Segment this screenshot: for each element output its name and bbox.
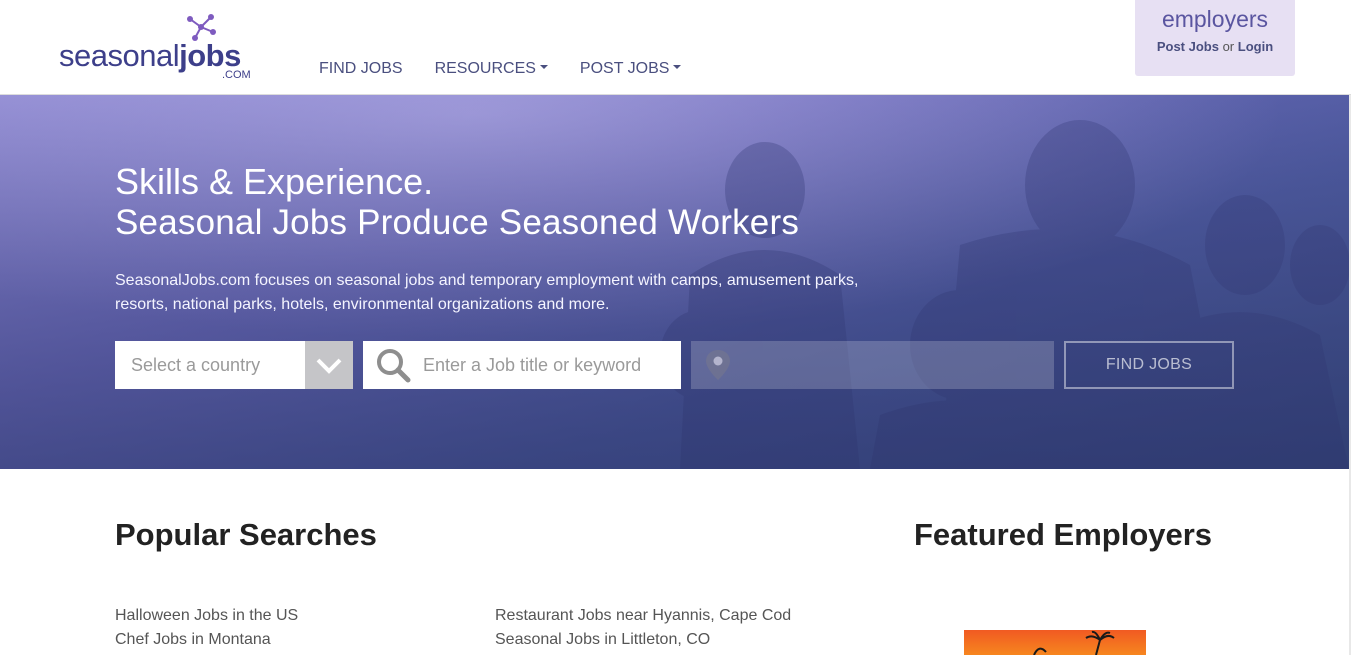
post-jobs-link[interactable]: Post Jobs — [1157, 39, 1219, 54]
map-pin-icon — [706, 350, 730, 380]
popular-searches-title: Popular Searches — [115, 517, 377, 552]
employers-panel: employers Post Jobs or Login — [1135, 0, 1295, 76]
hero-description: SeasonalJobs.com focuses on seasonal job… — [115, 272, 859, 313]
hero-title-line2: Seasonal Jobs Produce Seasoned Workers — [115, 203, 800, 242]
logo-wordmark: seasonaljobs — [59, 38, 241, 74]
site-header: seasonaljobs .COM FIND JOBS RESOURCES PO… — [0, 0, 1351, 95]
keyword-input[interactable]: Enter a Job title or keyword — [363, 341, 681, 389]
location-input[interactable] — [691, 341, 1054, 389]
popular-search-link[interactable]: Seasonal Jobs in Littleton, CO — [495, 628, 791, 652]
featured-employer-logo[interactable] — [964, 630, 1146, 655]
nav-find-jobs[interactable]: FIND JOBS — [319, 60, 403, 78]
caret-down-icon — [673, 64, 682, 69]
nav-resources-label: RESOURCES — [434, 60, 536, 77]
hero-banner: Skills & Experience. Seasonal Jobs Produ… — [0, 95, 1349, 469]
palm-tree-icon — [1033, 630, 1115, 655]
nav-find-jobs-label: FIND JOBS — [319, 60, 403, 77]
hero-title-line1: Skills & Experience. — [115, 161, 434, 202]
main-nav: FIND JOBS RESOURCES POST JOBS — [319, 60, 713, 78]
nav-resources[interactable]: RESOURCES — [435, 60, 548, 78]
nav-post-jobs-label: POST JOBS — [579, 60, 670, 77]
popular-searches-col1: Halloween Jobs in the US Chef Jobs in Mo… — [115, 604, 298, 652]
chevron-down-icon — [316, 358, 342, 374]
logo-suffix: .COM — [222, 69, 251, 81]
popular-search-link[interactable]: Restaurant Jobs near Hyannis, Cape Cod — [495, 604, 791, 628]
keyword-input-placeholder: Enter a Job title or keyword — [423, 355, 642, 375]
country-dropdown-toggle[interactable] — [305, 341, 353, 389]
logo-text-light: seasonal — [59, 38, 180, 73]
login-link[interactable]: Login — [1238, 39, 1273, 54]
nav-post-jobs[interactable]: POST JOBS — [580, 60, 682, 78]
employers-or-text: or — [1222, 39, 1235, 54]
popular-searches-col2: Restaurant Jobs near Hyannis, Cape Cod S… — [495, 604, 791, 652]
country-select[interactable]: Select a country — [115, 341, 353, 389]
caret-down-icon — [539, 64, 548, 69]
country-select-placeholder: Select a country — [131, 355, 261, 375]
popular-search-link[interactable]: Halloween Jobs in the US — [115, 604, 298, 628]
employers-title: employers — [1161, 6, 1269, 32]
site-logo[interactable]: seasonaljobs .COM — [59, 12, 259, 84]
featured-employers-title: Featured Employers — [914, 517, 1213, 552]
popular-search-link[interactable]: Chef Jobs in Montana — [115, 628, 298, 652]
employers-links: Post Jobs or Login — [1135, 39, 1295, 54]
search-icon — [377, 349, 411, 383]
logo-text-bold: jobs — [179, 38, 241, 73]
find-jobs-button[interactable]: FIND JOBS — [1064, 341, 1234, 389]
